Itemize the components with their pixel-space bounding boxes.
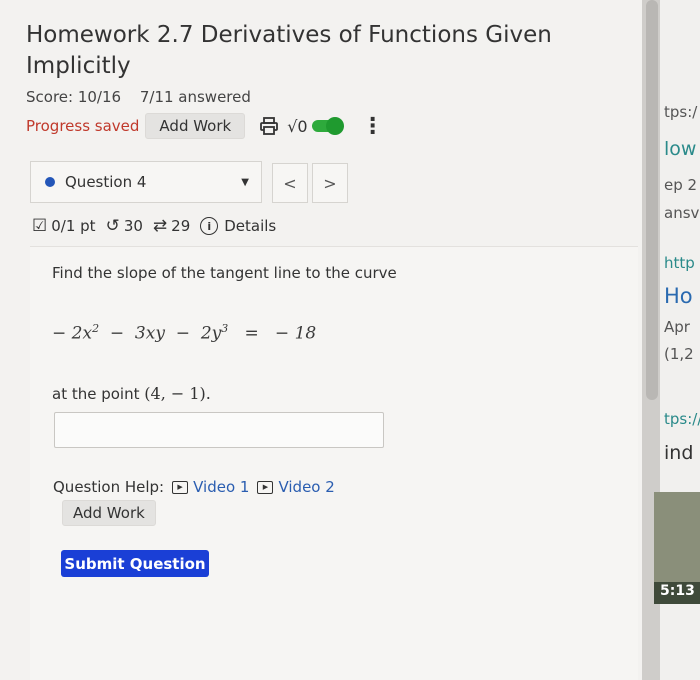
side-text: http [664,254,695,272]
at-point-label: at the point [52,385,140,403]
attempts-icon: ⇄ [152,216,168,236]
points-text: 0/1 pt [51,217,96,235]
score-row: Score: 10/16 7/11 answered [26,88,265,106]
math-toggle-switch[interactable] [311,117,344,135]
checkbox-icon: ☑ [32,216,48,236]
play-icon: ▶ [257,480,274,494]
retry-icon: ↺ [105,216,120,236]
add-work-button[interactable]: Add Work [145,113,246,139]
video-2-label: Video 2 [278,478,335,496]
page-title: Homework 2.7 Derivatives of Functions Gi… [26,22,552,79]
side-text: ansv [664,204,700,222]
score-text: Score: 10/16 [26,88,122,106]
video-thumbnail[interactable] [654,492,700,582]
answered-count: 7/11 answered [139,88,251,106]
progress-saved-status: Progress saved [26,117,140,135]
question-panel [30,246,638,680]
scrollbar-thumb[interactable] [646,0,658,400]
question-meta: ☑ 0/1 pt ↺ 30 ⇄ 29 i Details [32,216,276,236]
question-status-dot [45,177,55,187]
video-1-label: Video 1 [193,478,250,496]
side-text: (1,2 [664,345,694,363]
side-text: ep 2 [664,176,698,194]
question-help: Question Help: ▶ Video 1 ▶ Video 2 [53,478,335,496]
submit-question-button[interactable]: Submit Question [61,550,209,577]
side-text: Ho [664,284,693,308]
math-input-icon[interactable]: √0 [287,117,307,136]
video-2-link[interactable]: ▶ Video 2 [257,478,335,496]
at-point-line: at the point (4, − 1). [52,384,211,403]
info-icon[interactable]: i [200,217,219,235]
play-icon: ▶ [172,480,189,494]
question-prompt: Find the slope of the tangent line to th… [52,264,397,282]
more-options-icon[interactable]: ⋮ [362,114,384,139]
toolbar: Progress saved Add Work √0 ⋮ [26,113,384,139]
question-selector-label: Question 4 [65,173,147,191]
details-link[interactable]: Details [224,217,276,235]
previous-question-button[interactable]: < [272,163,308,203]
side-text: Apr [664,318,690,336]
question-equation: − 2x2 − 3xy − 2y3 = − 18 [52,322,317,344]
retries-count: 30 [123,217,143,235]
chevron-down-icon: ▼ [241,176,249,188]
attempts-count: 29 [171,217,191,235]
video-1-link[interactable]: ▶ Video 1 [172,478,249,496]
answer-input[interactable] [54,412,384,448]
side-text: ind [664,442,694,464]
print-icon[interactable] [259,116,279,136]
help-add-work-button[interactable]: Add Work [62,500,156,526]
question-selector[interactable]: Question 4 ▼ [30,161,262,203]
side-text: tps:/ [664,103,698,121]
point-value: (4, − 1). [144,384,211,403]
question-help-label: Question Help: [53,478,165,496]
next-question-button[interactable]: > [312,163,348,203]
side-text: low [664,138,697,160]
side-text: tps:// [664,410,700,428]
homework-main: Homework 2.7 Derivatives of Functions Gi… [0,0,642,680]
video-timestamp: 5:13 [660,583,695,599]
